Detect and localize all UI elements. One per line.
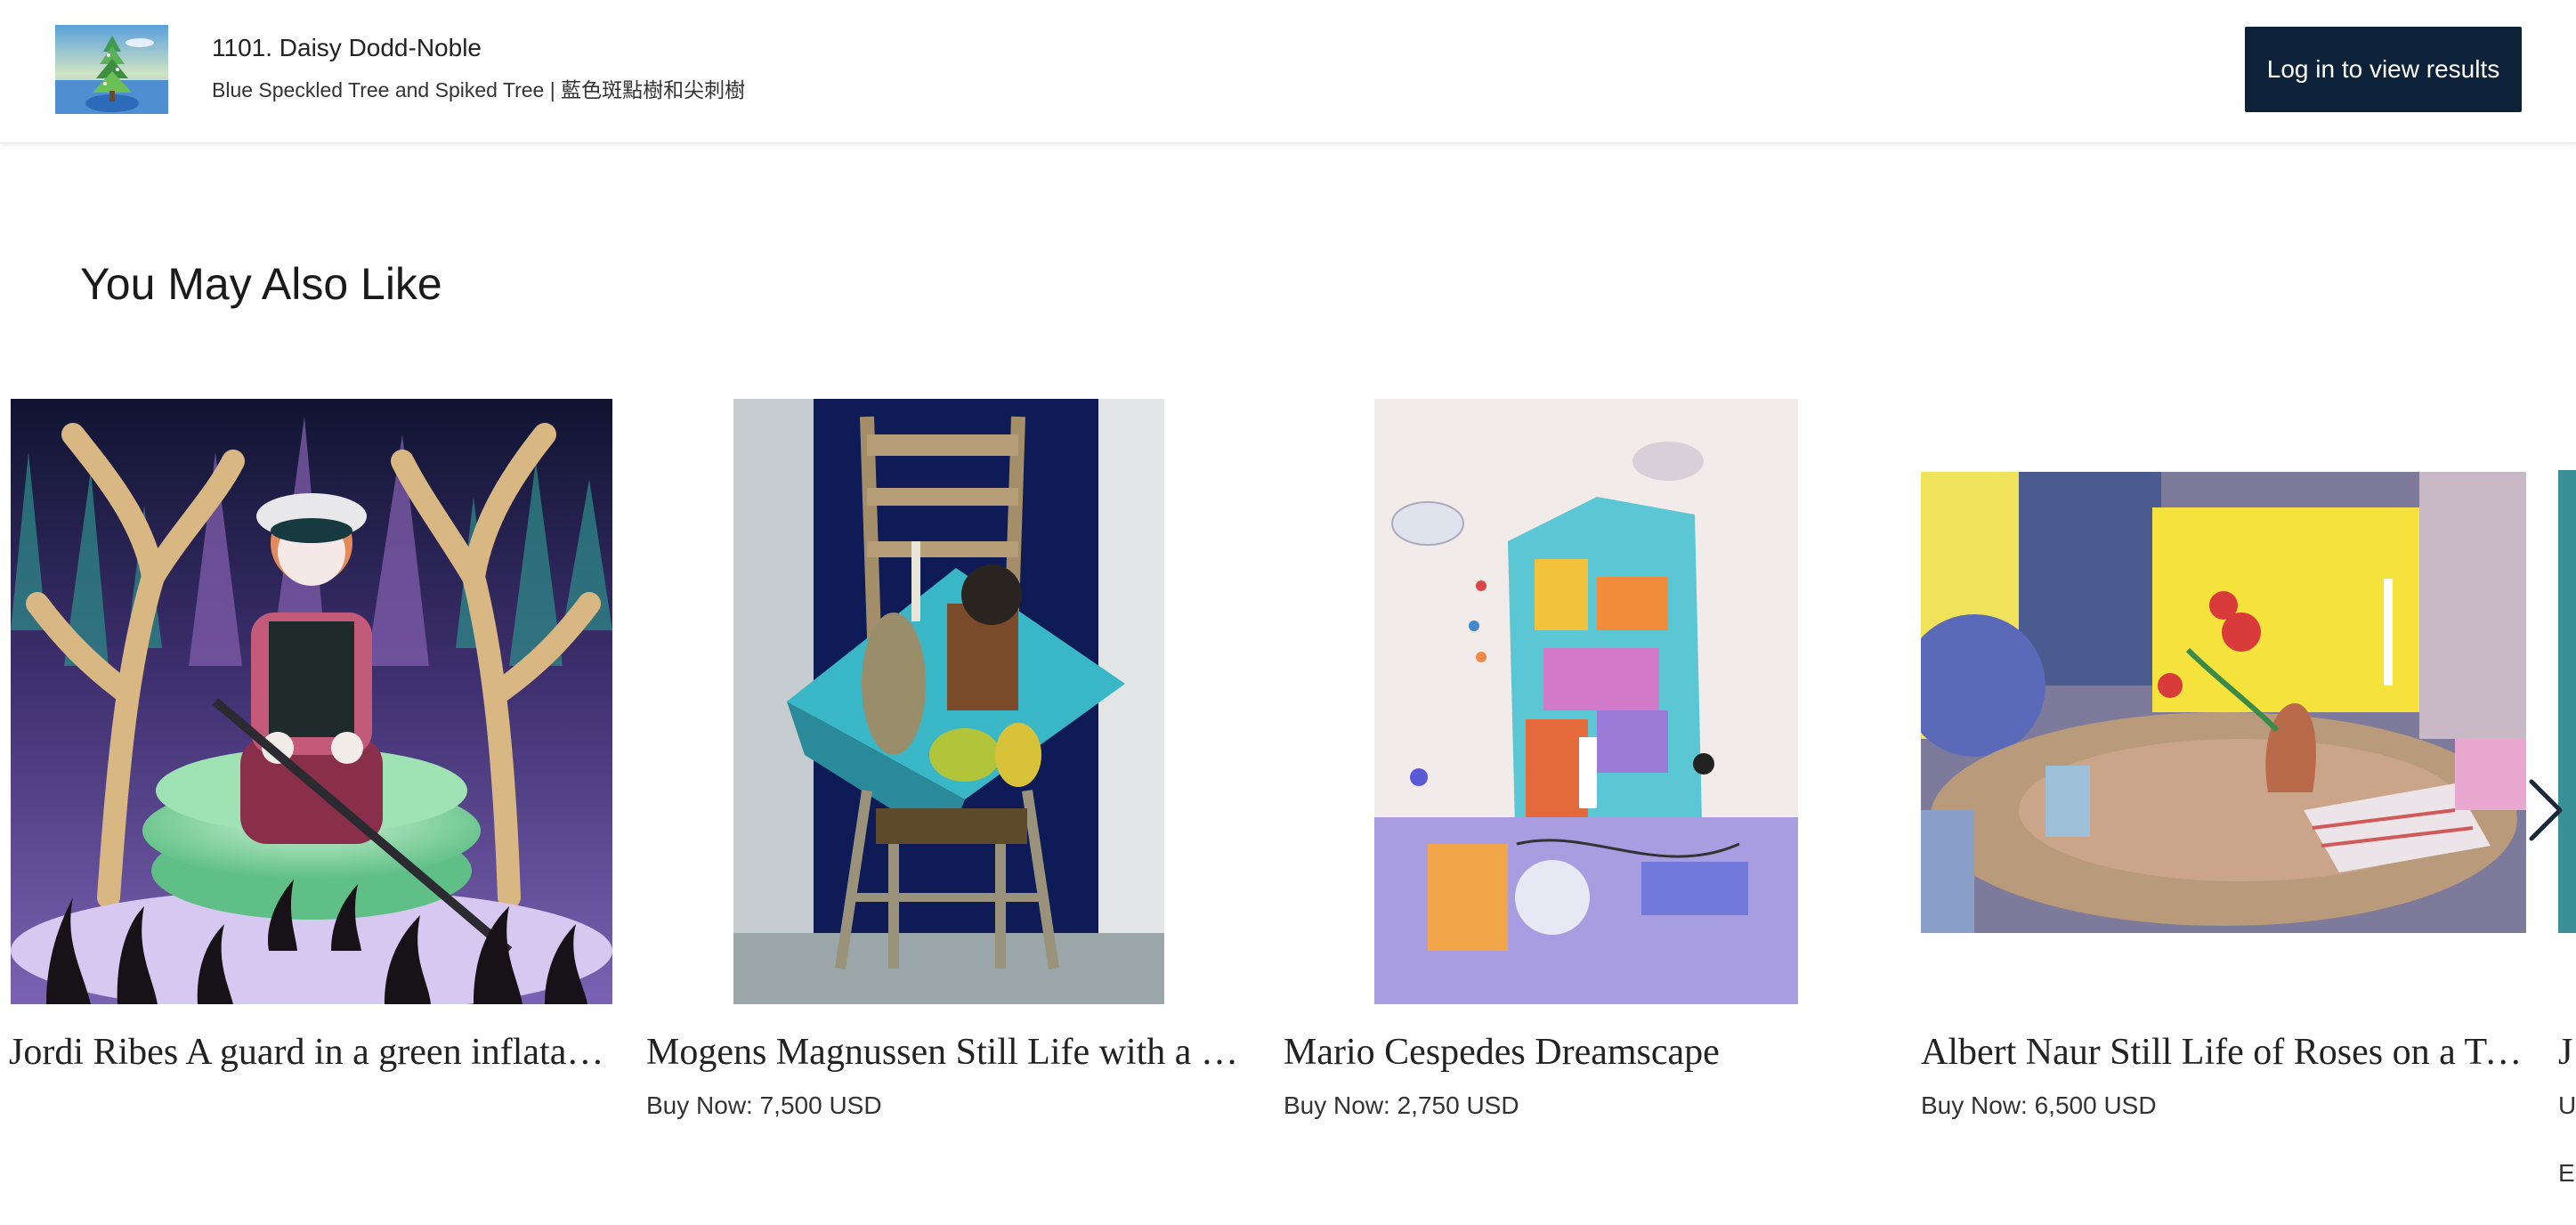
recommendation-card[interactable]: Mario Cespedes Dreamscape Buy Now: 2,750…	[1284, 392, 1889, 1225]
login-to-view-results-button[interactable]: Log in to view results	[2245, 27, 2522, 112]
artwork-albert-naur	[1921, 472, 2526, 933]
artwork-title[interactable]: Albert Naur Still Life of Roses on a Tab…	[1921, 1031, 2526, 1074]
artwork-price: Buy Now: 2,750 USD	[1284, 1091, 1519, 1119]
lot-subtitle: Blue Speckled Tree and Spiked Tree | 藍色斑…	[212, 78, 746, 101]
artwork-image[interactable]	[1921, 472, 2526, 933]
lot-thumbnail[interactable]	[55, 25, 168, 114]
artwork-image[interactable]	[733, 399, 1164, 1004]
artwork-partial	[2558, 470, 2576, 933]
artwork-title[interactable]: Mogens Magnussen Still Life with a Chair	[646, 1031, 1252, 1074]
artwork-image[interactable]	[11, 399, 612, 1004]
artwork-title[interactable]: Mario Cespedes Dreamscape	[1284, 1031, 1889, 1074]
sticky-lot-header: 1101. Daisy Dodd-Noble Blue Speckled Tre…	[0, 0, 2576, 143]
artwork-title[interactable]: J	[2558, 1031, 2576, 1074]
artwork-title[interactable]: Jordi Ribes A guard in a green inflatabl…	[9, 1031, 614, 1074]
recommendation-card[interactable]: Jordi Ribes A guard in a green inflatabl…	[9, 392, 614, 1225]
lot-thumbnail-image	[55, 25, 168, 114]
artwork-price: Buy Now: 7,500 USD	[646, 1091, 882, 1119]
artwork-price: Buy Now: 6,500 USD	[1921, 1091, 2157, 1119]
artwork-image[interactable]	[2558, 470, 2576, 933]
recommendation-card[interactable]: Albert Naur Still Life of Roses on a Tab…	[1921, 392, 2526, 1225]
artwork-estimate: Es	[2558, 1159, 2576, 1187]
chevron-right-icon	[2529, 779, 2563, 841]
recommendation-card[interactable]: Mogens Magnussen Still Life with a Chair…	[646, 392, 1252, 1225]
lot-title: 1101. Daisy Dodd-Noble	[212, 34, 482, 61]
artwork-price: U	[2558, 1091, 2576, 1119]
artwork-mario-cespedes	[1374, 399, 1798, 1004]
artwork-jordi-ribes	[11, 399, 612, 1004]
artwork-image[interactable]	[1374, 399, 1798, 1004]
recommendations-carousel: Jordi Ribes A guard in a green inflatabl…	[0, 392, 2576, 1225]
section-title: You May Also Like	[80, 259, 442, 309]
carousel-next-button[interactable]	[2521, 775, 2569, 846]
artwork-mogens-magnussen	[733, 399, 1164, 1004]
